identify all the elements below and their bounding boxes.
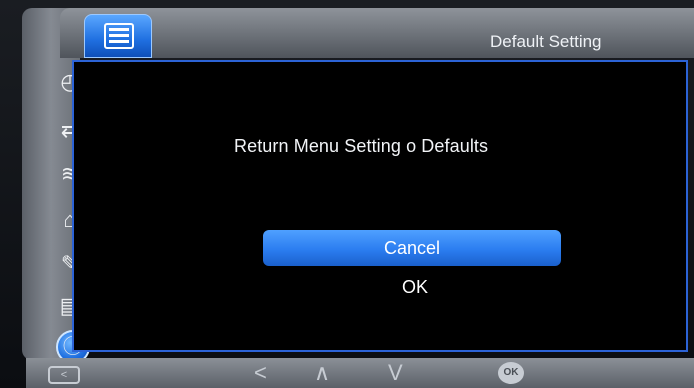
- up-arrow-icon[interactable]: ∧: [314, 360, 330, 386]
- back-key-icon[interactable]: <: [48, 366, 80, 384]
- cancel-button[interactable]: Cancel: [263, 230, 561, 266]
- bottom-bar: [26, 358, 694, 388]
- page-title: Default Setting: [490, 32, 602, 51]
- settings-tab[interactable]: [84, 14, 152, 58]
- camera-screen: ⌁ ◴ ⇄ ≋ ⌂ ✎ ▤ ⓘ Default Setting Return M…: [0, 0, 694, 388]
- settings-list-icon: [104, 23, 134, 49]
- dialog-panel: [72, 60, 688, 352]
- header-bar: Default Setting: [60, 8, 694, 58]
- dialog-message: Return Menu Setting o Defaults: [234, 136, 489, 156]
- ok-key-icon[interactable]: OK: [498, 362, 524, 384]
- down-arrow-icon[interactable]: V: [388, 360, 403, 386]
- ok-button[interactable]: OK: [370, 274, 460, 300]
- left-arrow-icon[interactable]: <: [254, 360, 267, 386]
